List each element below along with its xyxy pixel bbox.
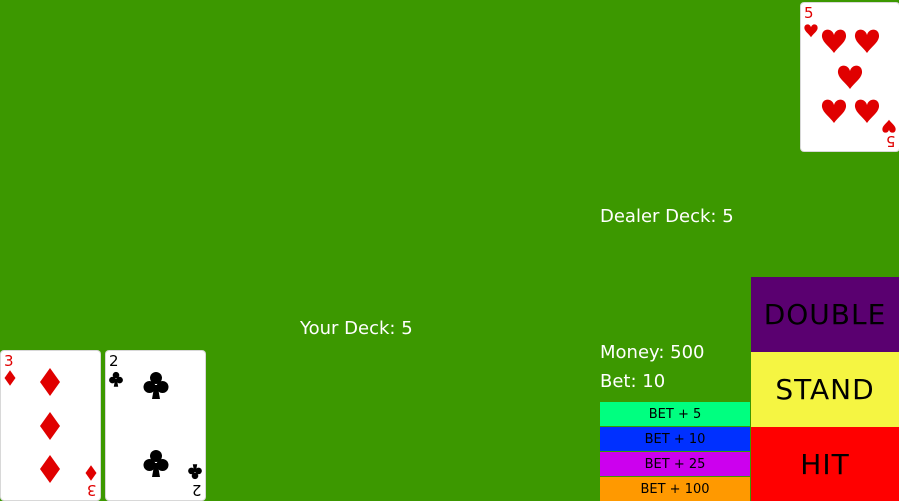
card-rank-top: 2 bbox=[109, 352, 119, 370]
money-display: Money: 500 bbox=[600, 342, 705, 363]
hearts-pips bbox=[804, 24, 896, 133]
dealer-deck-count: Dealer Deck: 5 bbox=[600, 206, 734, 227]
card-rank-top: 5 bbox=[804, 4, 814, 22]
bet-plus-100-button[interactable]: BET + 100 bbox=[600, 477, 750, 501]
clubs-pips bbox=[109, 371, 202, 480]
bet-plus-25-button[interactable]: BET + 25 bbox=[600, 452, 750, 476]
bet-display: Bet: 10 bbox=[600, 371, 666, 392]
card-rank-bottom: 3 bbox=[87, 481, 97, 499]
player-card-3-diamonds: 3 3 bbox=[1, 351, 100, 500]
card-rank-bottom: 2 bbox=[192, 481, 202, 499]
bet-plus-10-button[interactable]: BET + 10 bbox=[600, 427, 750, 451]
card-rank-top: 3 bbox=[4, 352, 14, 370]
player-card-2-clubs: 2 2 bbox=[106, 351, 205, 500]
double-button[interactable]: DOUBLE bbox=[751, 277, 899, 352]
card-rank-bottom: 5 bbox=[886, 132, 896, 150]
bet-plus-5-button[interactable]: BET + 5 bbox=[600, 402, 750, 426]
hit-button[interactable]: HIT bbox=[751, 427, 899, 501]
stand-button[interactable]: STAND bbox=[751, 352, 899, 427]
player-deck-count: Your Deck: 5 bbox=[300, 318, 413, 339]
diamonds-pips bbox=[4, 368, 97, 483]
dealer-card-5-hearts: 5 5 bbox=[801, 3, 899, 151]
